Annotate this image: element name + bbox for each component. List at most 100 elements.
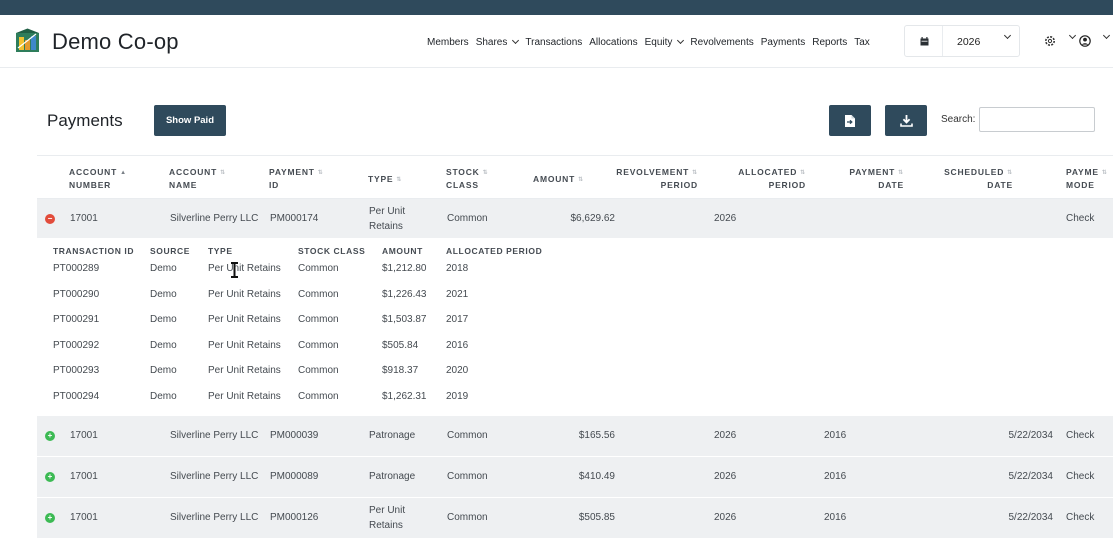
cell-stock-class: Common <box>447 213 488 224</box>
nav-link-label: Members <box>427 36 469 48</box>
detail-cell-source: Demo <box>150 288 177 300</box>
barn-logo-icon[interactable] <box>15 28 40 53</box>
column-header-line2: PERIOD <box>660 179 698 190</box>
show-paid-button[interactable]: Show Paid <box>154 105 226 136</box>
column-header-payme-mode[interactable]: PAYME ⇅ MODE <box>1066 166 1108 191</box>
detail-cell-transaction-id: PT000294 <box>53 390 100 402</box>
cell-account-name: Silverline Perry LLC <box>170 471 259 482</box>
detail-cell-transaction-id: PT000293 <box>53 365 100 376</box>
column-header-account-name[interactable]: ACCOUNT ⇅ NAME <box>169 166 226 191</box>
file-export-icon <box>845 114 855 127</box>
detail-cell-amount: $1,212.80 <box>382 263 427 274</box>
column-header-line2: PERIOD <box>768 179 806 190</box>
detail-cell-transaction-id: PT000292 <box>53 339 100 351</box>
sort-icon: ⇅ <box>692 169 698 176</box>
column-header-scheduled-date[interactable]: SCHEDULED ⇅ DATE <box>944 166 1013 191</box>
column-header-stock-class[interactable]: STOCK ⇅ CLASS <box>446 166 488 191</box>
nav-link-label: Revolvements <box>690 36 754 48</box>
detail-cell-allocated-period: 2017 <box>446 314 469 325</box>
detail-cell-amount: $918.37 <box>382 365 419 376</box>
sort-icon: ▲ <box>120 169 127 176</box>
top-accent-bar <box>0 0 1113 15</box>
cell-payment-id: PM000174 <box>270 213 319 224</box>
detail-header-amount: AMOUNT <box>382 246 423 256</box>
detail-cell-stock-class: Common <box>298 390 339 402</box>
cell-allocated-period: 2016 <box>824 512 847 523</box>
table-row[interactable]: − 17001 Silverline Perry LLC PM000174 Per Un… <box>37 199 1113 239</box>
chevron-down-icon[interactable] <box>1102 31 1111 40</box>
column-header-type[interactable]: TYPE ⇅ <box>368 173 402 186</box>
detail-cell-stock-class: Common <box>298 339 339 351</box>
nav-link-reports[interactable]: Reports <box>812 37 847 48</box>
column-header-account-number[interactable]: ACCOUNT ▲ NUMBER <box>69 166 127 191</box>
cell-payment-mode: Check <box>1066 213 1095 224</box>
sort-icon: ⇅ <box>578 176 584 183</box>
download-icon <box>899 115 913 127</box>
chevron-down-icon[interactable] <box>1068 31 1077 40</box>
cell-scheduled-date: 5/22/2034 <box>1008 471 1054 482</box>
nav-link-members[interactable]: Members <box>427 37 469 48</box>
nav-link-equity[interactable]: Equity <box>644 36 685 48</box>
expand-row-icon[interactable]: + <box>45 513 55 523</box>
sort-icon: ⇅ <box>220 169 226 176</box>
column-header-allocated-period[interactable]: ALLOCATED ⇅ PERIOD <box>738 166 806 191</box>
transactions-detail-panel: TRANSACTION ID SOURCE TYPE STOCK CLASS AMOUN… <box>37 238 1113 416</box>
detail-cell-allocated-period: 2018 <box>446 263 469 274</box>
nav-link-tax[interactable]: Tax <box>854 37 870 48</box>
column-header-revolvement-period[interactable]: REVOLVEMENT ⇅ PERIOD <box>616 166 698 191</box>
cell-type: Patronage <box>369 430 416 441</box>
column-header-line1: AMOUNT <box>533 174 576 184</box>
toggle-mark: + <box>47 431 53 440</box>
column-header-payment-date[interactable]: PAYMENT ⇅ DATE <box>849 166 904 191</box>
nav-link-allocations[interactable]: Allocations <box>589 37 637 48</box>
sort-icon: ⇅ <box>898 169 904 176</box>
year-selector[interactable]: 2026 <box>904 25 1020 57</box>
nav-link-transactions[interactable]: Transactions <box>525 37 582 48</box>
cell-allocated-period: 2016 <box>824 471 847 482</box>
search-input[interactable] <box>979 107 1095 132</box>
detail-cell-stock-class: Common <box>298 314 339 325</box>
cell-scheduled-date: 5/22/2034 <box>1008 430 1054 441</box>
sort-icon: ⇅ <box>1007 169 1013 176</box>
detail-cell-stock-class: Common <box>298 263 339 274</box>
nav-link-revolvements[interactable]: Revolvements <box>690 37 753 48</box>
collapse-row-icon[interactable]: − <box>45 214 55 224</box>
column-header-line1: ACCOUNT ⇅ <box>169 167 226 177</box>
cell-revolvement-period: 2026 <box>714 471 737 482</box>
cell-allocated-period: 2016 <box>824 430 847 441</box>
expand-row-icon[interactable]: + <box>45 431 55 441</box>
column-header-payment-id[interactable]: PAYMENT ⇅ ID <box>269 166 324 191</box>
nav-link-shares[interactable]: Shares <box>476 37 520 48</box>
column-header-line2: DATE <box>987 179 1013 190</box>
cell-type: Patronage <box>369 471 416 482</box>
chevron-down-icon <box>1003 31 1012 40</box>
sort-icon: ⇅ <box>396 176 403 183</box>
table-row[interactable]: +17001 Silverline Perry LLC PM000089 Patron… <box>37 457 1113 497</box>
brand-name[interactable]: Demo Co-op <box>52 29 179 55</box>
detail-cell-source: Demo <box>150 365 177 376</box>
cell-account-number: 17001 <box>70 471 98 482</box>
detail-header-type: TYPE <box>208 246 233 256</box>
column-header-line1: ACCOUNT ▲ <box>69 167 127 177</box>
detail-cell-amount: $1,226.43 <box>382 288 427 300</box>
user-icon[interactable] <box>1079 35 1091 47</box>
nav-link-label: Equity <box>644 36 673 48</box>
expand-row-icon[interactable]: + <box>45 472 55 482</box>
text-cursor-icon <box>231 262 238 278</box>
detail-cell-type: Per Unit Retains <box>208 263 281 274</box>
nav-link-payments[interactable]: Payments <box>761 37 805 48</box>
detail-header-stock-class: STOCK CLASS <box>298 246 366 256</box>
year-value: 2026 <box>957 36 981 48</box>
cell-amount: $6,629.62 <box>570 213 616 224</box>
table-row[interactable]: +17001 Silverline Perry LLC PM000126 Per Un… <box>37 498 1113 538</box>
cell-stock-class: Common <box>447 512 488 523</box>
column-header-line1: PAYME ⇅ <box>1066 167 1108 177</box>
nav-link-label: Tax <box>854 36 870 48</box>
export-button[interactable] <box>829 105 871 136</box>
download-button[interactable] <box>885 105 927 136</box>
table-row[interactable]: +17001 Silverline Perry LLC PM000039 Patron… <box>37 416 1113 456</box>
column-header-amount[interactable]: AMOUNT ⇅ <box>533 173 584 186</box>
detail-cell-stock-class: Common <box>298 288 339 300</box>
year-divider <box>942 26 943 56</box>
gear-icon[interactable] <box>1044 35 1056 47</box>
